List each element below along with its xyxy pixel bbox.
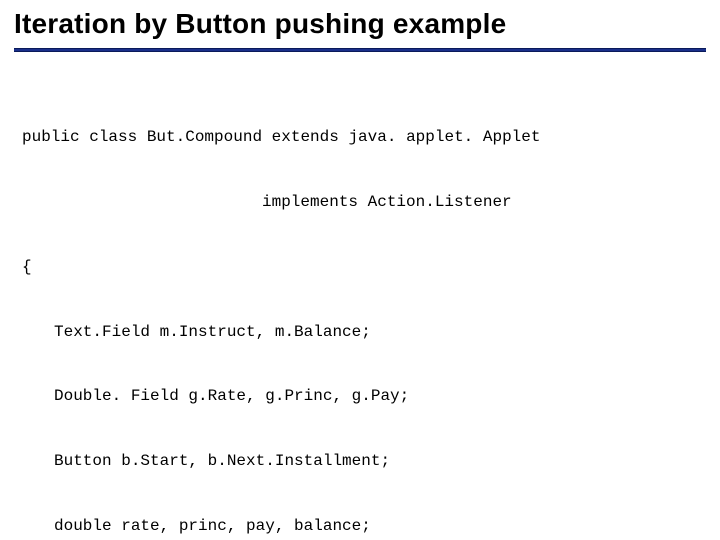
code-line-4: Text.Field m.Instruct, m.Balance;: [22, 322, 706, 344]
code-block: public class But.Compound extends java. …: [22, 84, 706, 540]
code-line-6: Button b.Start, b.Next.Installment;: [22, 451, 706, 473]
code-line-2: implements Action.Listener: [22, 192, 706, 214]
code-line-7: double rate, princ, pay, balance;: [22, 516, 706, 538]
code-line-1: public class But.Compound extends java. …: [22, 127, 706, 149]
content-area: public class But.Compound extends java. …: [0, 52, 720, 540]
title-bar: Iteration by Button pushing example: [0, 0, 720, 46]
code-line-5: Double. Field g.Rate, g.Princ, g.Pay;: [22, 386, 706, 408]
slide-title: Iteration by Button pushing example: [14, 8, 706, 40]
code-line-3: {: [22, 257, 706, 279]
slide: Iteration by Button pushing example publ…: [0, 0, 720, 540]
